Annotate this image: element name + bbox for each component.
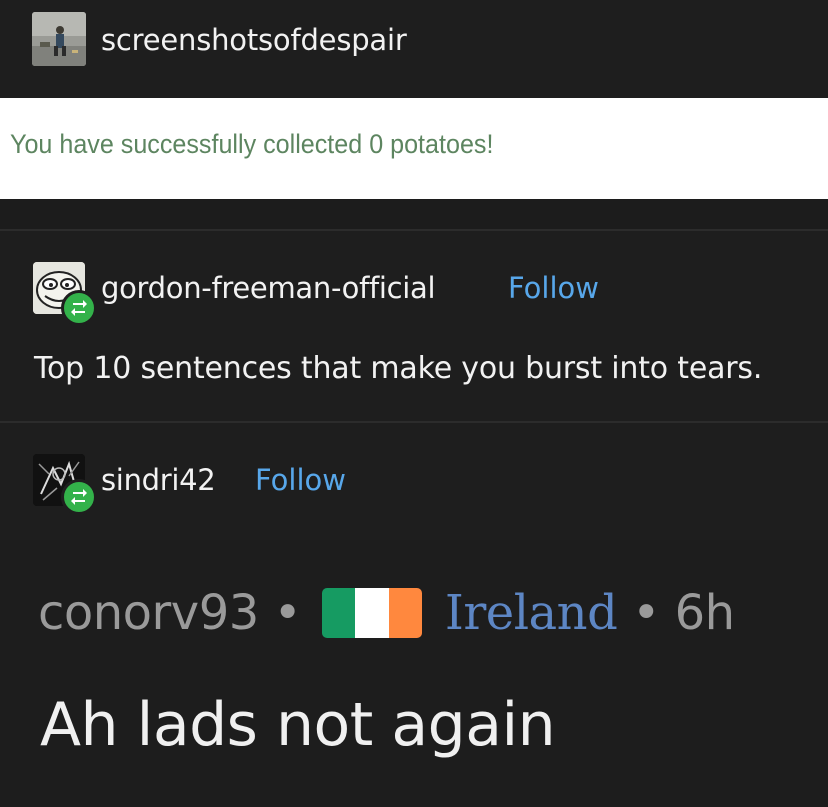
follow-button[interactable]: Follow xyxy=(255,460,346,500)
blog-avatar[interactable] xyxy=(32,12,86,66)
spacer xyxy=(0,199,828,229)
post-username[interactable]: gordon-freeman-official xyxy=(101,268,436,308)
comment-username: conorv93 xyxy=(38,585,259,641)
post-text: Top 10 sentences that make you burst int… xyxy=(34,351,763,386)
follow-button[interactable]: Follow xyxy=(508,268,599,308)
reblog-arrows-icon xyxy=(71,300,87,316)
post-username[interactable]: sindri42 xyxy=(101,460,216,500)
notice-text: You have successfully collected 0 potato… xyxy=(10,129,494,159)
reblog-icon xyxy=(61,479,97,515)
tumblr-post-screenshot: screenshotsofdespair You have successful… xyxy=(0,0,828,807)
comment-time: 6h xyxy=(674,585,735,641)
beach-figure-avatar-icon xyxy=(32,12,86,66)
reblog-entry-1 xyxy=(0,231,828,421)
meta-separator: • xyxy=(273,585,302,641)
comment-body: Ah lads not again xyxy=(40,690,556,760)
ireland-flag-icon xyxy=(322,588,423,638)
blog-name[interactable]: screenshotsofdespair xyxy=(101,20,407,60)
comment-meta: conorv93 • Ireland • 6h xyxy=(38,580,735,641)
meta-separator: • xyxy=(632,585,660,641)
reblog-icon xyxy=(61,290,97,326)
reblog-arrows-icon xyxy=(71,489,87,505)
comment-country: Ireland xyxy=(444,585,618,641)
